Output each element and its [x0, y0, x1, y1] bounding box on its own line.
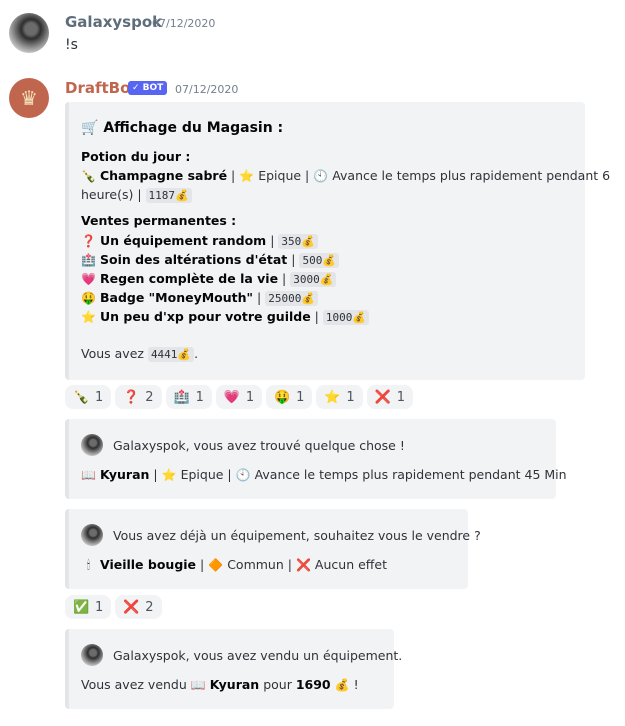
message-galaxyspok: Galaxyspok 07/12/2020 !s — [0, 0, 625, 64]
item-price: 1000💰 — [322, 310, 370, 325]
clock-icon: 🕙 — [313, 169, 329, 183]
reaction-check[interactable]: ✅ 1 — [65, 595, 112, 619]
timestamp: 07/12/2020 — [175, 83, 239, 96]
reaction-hospital[interactable]: 🏥 1 — [165, 385, 212, 409]
cart-icon: 🛒 — [81, 120, 99, 136]
reaction-question[interactable]: ❓ 2 — [115, 385, 162, 409]
shop-item: 🤑 Badge "MoneyMouth" | 25000💰 — [81, 290, 319, 306]
potion-name: Champagne sabré — [99, 168, 228, 183]
bot-tag: ✓ BOT — [128, 81, 168, 95]
potion-rarity: Epique — [258, 168, 302, 183]
balance-line: Vous avez 4441💰. — [81, 346, 199, 362]
champagne-icon: 🍾 — [81, 169, 96, 183]
star-icon: ⭐ — [81, 310, 96, 324]
question-icon: ❓ — [81, 234, 96, 248]
sold-amount: 1690 — [295, 677, 331, 692]
money-mouth-icon: 🤑 — [81, 291, 96, 305]
question-icon: ❓ — [123, 389, 140, 405]
reactions-row: 🍾 1 ❓ 2 🏥 1 💗 1 🤑 1 ⭐ 1 ❌ 1 — [65, 385, 413, 409]
potion-line: 🍾 Champagne sabré | ⭐ Epique | 🕙 Avance … — [81, 168, 611, 183]
reaction-cross[interactable]: ❌ 2 — [115, 595, 162, 619]
book-icon: 📖 — [81, 468, 96, 482]
sell-item-line: 🕯 Vieille bougie | 🔶 Commun | ❌ Aucun ef… — [81, 557, 387, 573]
permanent-heading: Ventes permanentes : — [81, 213, 237, 228]
reaction-cross[interactable]: ❌ 1 — [366, 385, 413, 409]
embed-header: Galaxyspok, vous avez vendu un équipemen… — [113, 648, 403, 663]
potion-effect: Avance le temps plus rapidement pendant … — [332, 168, 611, 183]
heart-icon: 💗 — [81, 272, 96, 286]
reaction-star[interactable]: ⭐ 1 — [316, 385, 363, 409]
message-text: !s — [65, 37, 78, 53]
found-item-line: 📖 Kyuran | ⭐ Epique | 🕙 Avance le temps … — [81, 467, 567, 482]
sold-embed: Galaxyspok, vous avez vendu un équipemen… — [65, 629, 402, 709]
shop-item: 🏥 Soin des altérations d'état | 500💰 — [81, 252, 340, 268]
champagne-icon: 🍾 — [73, 389, 90, 405]
item-name: Kyuran — [209, 677, 260, 692]
cross-icon: ❌ — [295, 558, 311, 572]
money-mouth-icon: 🤑 — [274, 389, 291, 405]
reactions-row: ✅ 1 ❌ 2 — [65, 595, 162, 619]
timestamp: 07/12/2020 — [152, 17, 216, 30]
candle-icon: 🕯 — [86, 558, 91, 572]
heart-icon: 💗 — [223, 389, 241, 405]
potion-heading: Potion du jour : — [81, 149, 191, 164]
crown-icon: ♛ — [20, 86, 38, 110]
item-name: Kyuran — [99, 467, 150, 482]
shop-item: 💗 Regen complète de la vie | 3000💰 — [81, 271, 337, 287]
avatar[interactable] — [9, 13, 49, 53]
item-price: 3000💰 — [290, 272, 337, 287]
username[interactable]: Galaxyspok — [65, 13, 162, 31]
shop-item: ⭐ Un peu d'xp pour votre guilde | 1000💰 — [81, 309, 370, 325]
cross-icon: ❌ — [123, 599, 140, 615]
reaction-money-mouth[interactable]: 🤑 1 — [266, 385, 313, 409]
reaction-champagne[interactable]: 🍾 1 — [65, 385, 112, 409]
potion-effect-cont: heure(s) — [81, 187, 134, 202]
item-price: 500💰 — [299, 253, 340, 268]
avatar — [81, 434, 103, 456]
star-icon: ⭐ — [239, 169, 255, 183]
shop-item: ❓ Un équipement random | 350💰 — [81, 233, 318, 249]
cross-icon: ❌ — [374, 389, 391, 405]
embed-header: Vous avez déjà un équipement, souhaitez … — [113, 528, 481, 543]
found-embed: Galaxyspok, vous avez trouvé quelque cho… — [65, 419, 567, 499]
item-price: 25000💰 — [265, 291, 319, 306]
check-icon: ✅ — [73, 599, 90, 615]
star-icon: ⭐ — [324, 389, 341, 405]
item-price: 350💰 — [278, 234, 318, 249]
embed-header: Galaxyspok, vous avez trouvé quelque cho… — [113, 438, 405, 453]
shop-title: 🛒 Affichage du Magasin : — [81, 120, 284, 136]
sold-line: Vous avez vendu 📖 Kyuran pour 1690 💰 ! — [81, 677, 359, 692]
hospital-icon: 🏥 — [81, 253, 96, 267]
book-icon: 📖 — [190, 678, 206, 692]
avatar[interactable]: ♛ — [9, 78, 49, 118]
item-name: Vieille bougie — [99, 557, 197, 572]
avatar — [81, 644, 103, 666]
potion-line-cont: heure(s) | 1187💰 — [81, 187, 192, 203]
orange-diamond-icon: 🔶 — [208, 558, 224, 572]
hospital-icon: 🏥 — [173, 389, 190, 405]
clock-icon: 🕙 — [235, 468, 251, 482]
avatar — [81, 524, 103, 546]
potion-price: 1187💰 — [145, 188, 192, 203]
money-bag-icon: 💰 — [334, 678, 350, 692]
reaction-heart[interactable]: 💗 1 — [215, 385, 263, 409]
username[interactable]: DraftBot — [65, 79, 138, 97]
star-icon: ⭐ — [161, 468, 177, 482]
shop-embed: 🛒 Affichage du Magasin : Potion du jour … — [65, 102, 610, 380]
balance-value: 4441💰 — [147, 347, 195, 362]
sell-embed: Vous avez déjà un équipement, souhaitez … — [65, 509, 481, 589]
